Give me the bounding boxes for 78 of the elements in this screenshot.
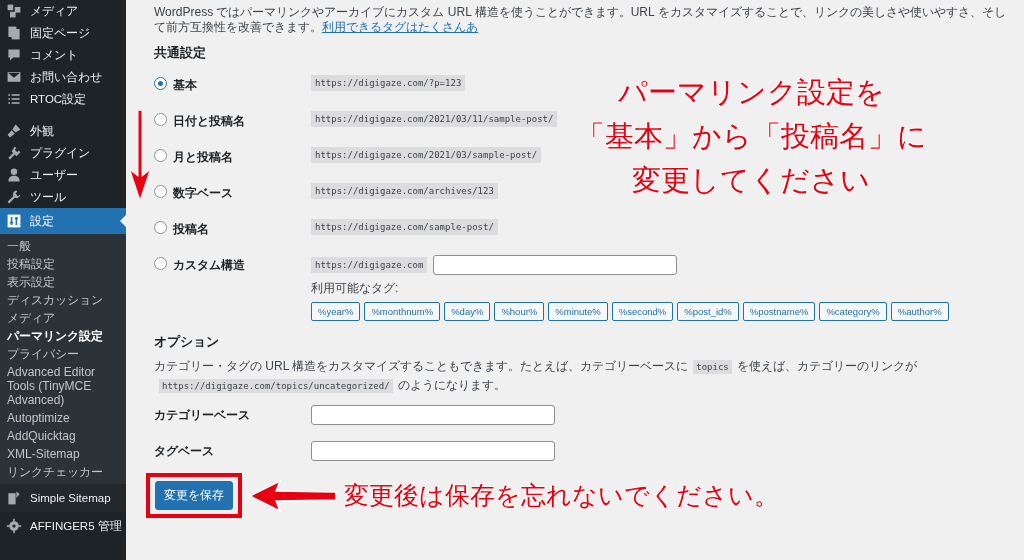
radio-button[interactable] xyxy=(154,257,167,270)
menu-item[interactable]: お問い合わせ xyxy=(0,66,126,88)
menu-item[interactable]: ツール xyxy=(0,186,126,208)
text-input[interactable] xyxy=(311,441,555,461)
intro-text: WordPress ではパーマリンクやアーカイブにカスタム URL 構造を使うことができます。URL をカスタマイズすることで、リンクの美しさや使いやすさ、そして前方互換性を改善できます。利用できるタグはたくさんあ xyxy=(154,5,1007,35)
option-label: 投稿名 xyxy=(173,221,209,238)
submenu-item[interactable]: Autoptimize xyxy=(0,409,126,427)
annotation-text: 変更後は保存を忘れないでください。 xyxy=(344,480,779,511)
wrench-icon xyxy=(6,189,22,205)
tag-button[interactable]: %author% xyxy=(890,302,949,321)
submenu-item[interactable]: パーマリンク設定 xyxy=(0,327,126,345)
submenu-item[interactable]: 表示設定 xyxy=(0,273,126,291)
tag-button[interactable]: %monthnum% xyxy=(364,302,441,321)
submenu-item[interactable]: リンクチェッカー xyxy=(0,463,126,481)
pages-icon xyxy=(6,25,22,41)
radio-button[interactable] xyxy=(154,185,167,198)
url-prefix: https://digigaze.com xyxy=(311,257,428,273)
url-sample: https://digigaze.com/2021/03/11/sample-post/ xyxy=(311,111,558,127)
menu-item[interactable]: コメント xyxy=(0,44,126,66)
plug-icon xyxy=(6,145,22,161)
option-label: 日付と投稿名 xyxy=(173,113,245,130)
url-sample: https://digigaze.com/sample-post/ xyxy=(311,219,498,235)
radio-button[interactable] xyxy=(154,221,167,234)
tag-button[interactable]: %second% xyxy=(611,302,674,321)
submenu-item[interactable]: メディア xyxy=(0,309,126,327)
submenu-item[interactable]: Advanced Editor Tools (TinyMCE Advanced) xyxy=(0,363,126,409)
submenu-item[interactable]: 投稿設定 xyxy=(0,255,126,273)
url-sample: https://digigaze.com/?p=123 xyxy=(311,75,466,91)
speech-bubble-icon xyxy=(6,47,22,63)
tag-button[interactable]: %minute% xyxy=(548,302,608,321)
option-label: 基本 xyxy=(173,77,197,94)
option-label: 数字ベース xyxy=(173,185,233,202)
tags-label: 利用可能なタグ: xyxy=(311,280,399,297)
submenu-item[interactable]: XML-Sitemap xyxy=(0,445,126,463)
radio-button[interactable] xyxy=(154,113,167,126)
section-heading: オプション xyxy=(154,333,220,351)
menu-item[interactable]: 外観 xyxy=(0,120,126,142)
envelope-icon xyxy=(6,69,22,85)
user-icon xyxy=(6,167,22,183)
list-icon xyxy=(6,91,22,107)
current-pointer xyxy=(120,215,126,227)
settings-icon xyxy=(6,213,22,229)
tag-button[interactable]: %post_id% xyxy=(677,302,739,321)
tag-button[interactable]: %hour% xyxy=(494,302,545,321)
annotation-text: パーマリンク設定を 「基本」から「投稿名」に 変更してください xyxy=(574,75,928,198)
media-icon xyxy=(6,3,22,19)
menu-item[interactable]: メディア xyxy=(0,0,126,22)
menu-item[interactable]: 固定ページ xyxy=(0,22,126,44)
submenu-item[interactable]: AddQuicktag xyxy=(0,427,126,445)
menu-item[interactable]: RTOC設定 xyxy=(0,88,126,110)
paintbrush-icon xyxy=(6,123,22,139)
url-sample: https://digigaze.com/2021/03/sample-post/ xyxy=(311,147,542,163)
menu-item[interactable]: ユーザー xyxy=(0,164,126,186)
tag-button[interactable]: %category% xyxy=(819,302,887,321)
field-label: タグベース xyxy=(154,442,215,460)
submenu-item[interactable]: プライバシー xyxy=(0,345,126,363)
section-heading: 共通設定 xyxy=(154,44,207,62)
radio-button[interactable] xyxy=(154,149,167,162)
menu-item[interactable]: プラグイン xyxy=(0,142,126,164)
document-icon xyxy=(6,490,22,506)
url-sample: https://digigaze.com/archives/123 xyxy=(311,183,498,199)
structure-input[interactable] xyxy=(433,255,678,275)
menu-item[interactable]: 設定 xyxy=(0,208,126,234)
tags-link[interactable]: 利用できるタグはたくさんあ xyxy=(322,20,478,34)
tag-button[interactable]: %year% xyxy=(311,302,361,321)
submenu-item[interactable]: 一般 xyxy=(0,237,126,255)
tag-button[interactable]: %day% xyxy=(444,302,491,321)
option-label: カスタム構造 xyxy=(173,257,245,274)
option-label: 月と投稿名 xyxy=(173,149,233,166)
radio-button[interactable] xyxy=(154,77,167,90)
description-text: カテゴリー・タグの URL 構造をカスタマイズすることもできます。たとえば、カテゴリーベースに topics を使えば、カテゴリーのリンクが https://digigaze.com/topics/uncategorized/ のようになります。 xyxy=(154,358,918,395)
text-input[interactable] xyxy=(311,405,555,425)
menu-item[interactable]: Simple Sitemap xyxy=(0,484,126,512)
tag-button[interactable]: %postname% xyxy=(742,302,816,321)
field-label: カテゴリーベース xyxy=(154,406,251,424)
save-button[interactable]: 変更を保存 xyxy=(155,481,233,510)
submenu-item[interactable]: ディスカッション xyxy=(0,291,126,309)
menu-item[interactable]: AFFINGER5 管理 xyxy=(0,512,126,540)
